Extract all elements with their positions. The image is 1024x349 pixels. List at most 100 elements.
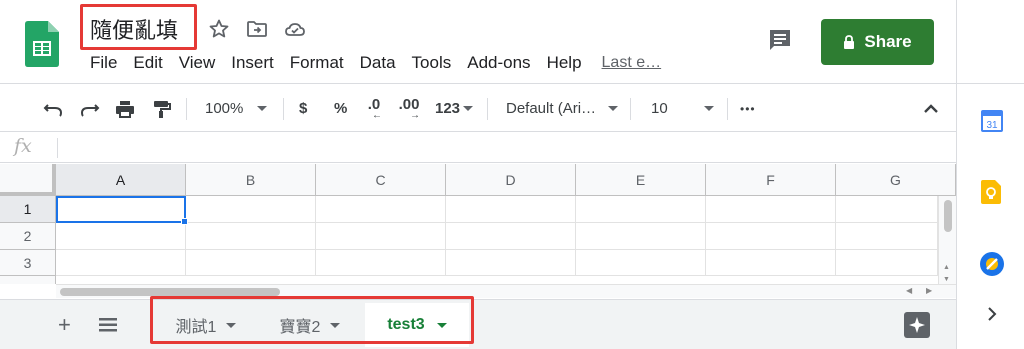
menu-format[interactable]: Format [282,52,352,74]
grid-cell[interactable] [56,223,186,250]
grid-cell[interactable] [316,196,446,223]
star-icon[interactable] [207,17,231,41]
grid-cell[interactable] [316,250,446,276]
zoom-select[interactable]: 100% [205,85,268,132]
column-header[interactable]: A [56,164,186,196]
grid-cell[interactable] [446,196,576,223]
document-title[interactable]: 隨便亂填 [90,13,178,45]
column-header[interactable]: F [706,164,836,196]
grid-cell[interactable] [186,196,316,223]
menu-add-ons[interactable]: Add-ons [459,52,538,74]
grid-cell[interactable] [186,223,316,250]
formula-input[interactable] [66,137,946,159]
tabs-highlight-box [150,296,474,344]
redo-icon[interactable] [79,85,101,132]
row-header[interactable]: 3 [0,250,56,276]
more-formats-select[interactable]: 123 [435,85,474,132]
share-label: Share [864,32,912,51]
scroll-right-icon[interactable]: ▶ [926,286,932,295]
grid-cell[interactable] [836,223,938,250]
row-header[interactable]: 2 [0,223,56,250]
toolbar-divider [487,98,488,120]
column-header[interactable]: D [446,164,576,196]
font-select[interactable]: Default (Ari… [506,85,619,132]
menu-help[interactable]: Help [539,52,590,74]
menu-edit[interactable]: Edit [125,52,170,74]
add-sheet-icon[interactable]: + [58,312,71,338]
grid-cell[interactable] [706,196,836,223]
explore-icon [909,317,925,333]
grid-cell[interactable] [576,223,706,250]
toolbar-divider [630,98,631,120]
currency-label: $ [299,100,308,117]
tasks-icon[interactable] [980,252,1004,276]
comment-history-icon[interactable] [766,26,794,54]
menu-view[interactable]: View [171,52,224,74]
move-to-folder-icon[interactable] [245,17,269,41]
menu-tools[interactable]: Tools [404,52,460,74]
collapse-toolbar-icon[interactable] [921,85,941,132]
sheets-logo-icon[interactable] [25,21,59,67]
scroll-up-icon[interactable]: ▲ [943,264,950,271]
scroll-down-icon[interactable]: ▼ [943,276,950,283]
zoom-caret-icon [257,106,268,111]
share-button[interactable]: Share [821,19,934,65]
grid-cell[interactable] [576,196,706,223]
font-value: Default (Ari… [506,100,597,117]
more-options-button[interactable]: ••• [740,85,756,132]
percent-format-button[interactable]: % [334,85,347,132]
keep-icon[interactable] [981,180,1001,204]
grid-cell[interactable] [446,223,576,250]
column-header[interactable]: C [316,164,446,196]
grid-cell[interactable] [836,196,938,223]
last-edit-link[interactable]: Last e… [594,52,670,74]
menu-insert[interactable]: Insert [223,52,282,74]
more-options-label: ••• [740,101,756,116]
sheet-tabs-bar: + [0,299,956,349]
grid-cell[interactable] [56,250,186,276]
side-panel-top [956,0,1024,84]
sheets-window: 隨便亂填 File Edit View Insert Format Data T… [0,0,1024,349]
formula-bar: fx [0,133,956,163]
vertical-scroll-thumb[interactable] [944,200,952,232]
explore-button[interactable] [904,312,930,338]
fill-handle[interactable] [181,218,188,225]
grid-cell[interactable] [576,250,706,276]
currency-format-button[interactable]: $ [299,85,307,132]
scroll-left-icon[interactable]: ◀ [906,286,912,295]
vertical-scrollbar[interactable]: ▲ ▼ [938,196,956,290]
grid-cell[interactable] [706,250,836,276]
increase-decimal-button[interactable]: .00 → [398,85,420,132]
font-size-caret-icon [703,106,714,111]
grid-cell[interactable] [186,250,316,276]
menu-data[interactable]: Data [352,52,404,74]
lock-icon [844,34,855,49]
select-all-corner[interactable] [0,164,56,196]
menu-file[interactable]: File [82,52,125,74]
row-header[interactable]: 1 [0,196,56,223]
paint-format-icon[interactable] [151,85,173,132]
all-sheets-icon[interactable] [99,317,117,333]
horizontal-scroll-thumb[interactable] [60,288,280,296]
arrow-left-icon: ← [372,109,382,121]
font-size-select[interactable]: 10 [651,85,714,132]
fx-icon: fx [14,135,32,157]
grid-cell[interactable] [316,223,446,250]
decrease-decimal-button[interactable]: .0 ← [366,85,382,132]
print-icon[interactable] [114,85,136,132]
grid-cell[interactable] [706,223,836,250]
column-header[interactable]: B [186,164,316,196]
row-header[interactable] [0,276,56,284]
cloud-status-icon[interactable] [283,17,307,41]
column-header[interactable]: E [576,164,706,196]
expand-panel-icon[interactable] [986,306,998,322]
font-size-value: 10 [651,100,668,117]
calendar-icon[interactable]: 31 [981,108,1003,132]
column-header[interactable]: G [836,164,956,196]
grid-cell[interactable] [446,250,576,276]
undo-icon[interactable] [42,85,64,132]
grid-cell[interactable] [836,250,938,276]
active-cell-a1[interactable] [56,196,186,223]
zoom-value: 100% [205,100,244,117]
calendar-day: 31 [986,120,998,131]
